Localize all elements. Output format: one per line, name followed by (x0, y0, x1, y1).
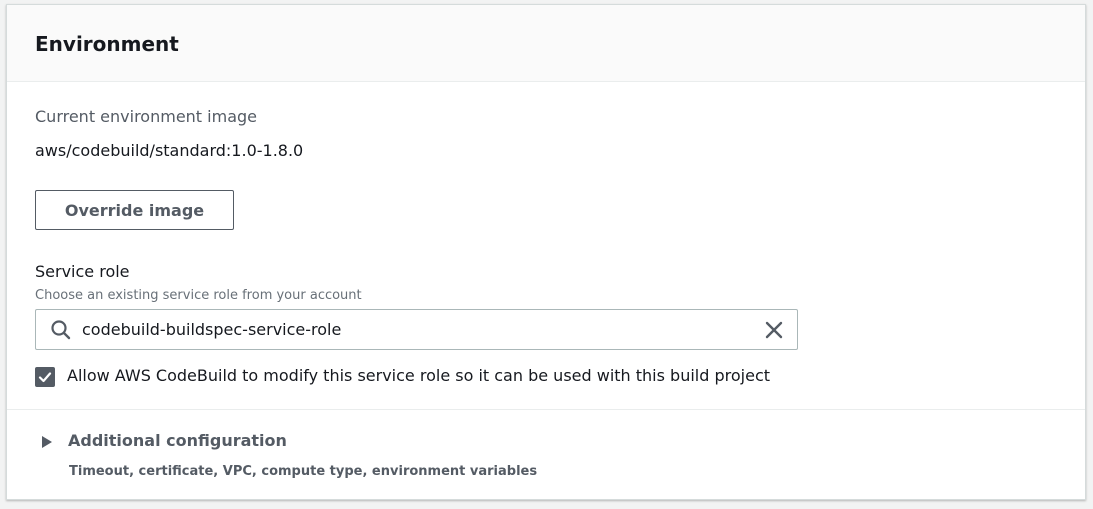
search-icon (51, 320, 71, 340)
environment-panel: Environment Current environment image aw… (6, 4, 1086, 500)
current-image-value: aws/codebuild/standard:1.0-1.8.0 (35, 141, 304, 160)
allow-modify-label[interactable]: Allow AWS CodeBuild to modify this servi… (67, 366, 770, 385)
service-role-search[interactable] (35, 309, 798, 350)
checkmark-icon (38, 372, 52, 383)
panel-title: Environment (35, 32, 179, 56)
additional-configuration-description: Timeout, certificate, VPC, compute type,… (69, 464, 538, 479)
additional-configuration-title[interactable]: Additional configuration (68, 431, 287, 450)
caret-right-icon (42, 436, 52, 448)
current-image-label: Current environment image (35, 107, 257, 126)
divider (7, 409, 1085, 410)
service-role-label: Service role (35, 262, 130, 281)
service-role-description: Choose an existing service role from you… (35, 288, 362, 303)
close-icon[interactable] (763, 319, 785, 341)
allow-modify-checkbox[interactable] (35, 367, 55, 387)
override-image-button[interactable]: Override image (35, 190, 234, 230)
service-role-input[interactable] (82, 310, 742, 349)
panel-header: Environment (7, 5, 1085, 82)
